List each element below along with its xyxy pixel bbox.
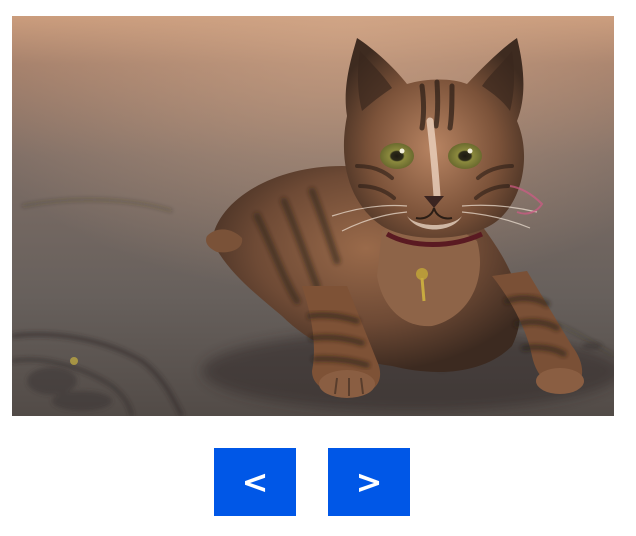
slideshow-controls: < > xyxy=(214,448,410,516)
slideshow-page: < > xyxy=(0,0,636,536)
previous-slide-button[interactable]: < xyxy=(214,448,296,516)
next-slide-button[interactable]: > xyxy=(328,448,410,516)
kitten-photo xyxy=(12,16,614,416)
slideshow-image xyxy=(12,16,614,416)
